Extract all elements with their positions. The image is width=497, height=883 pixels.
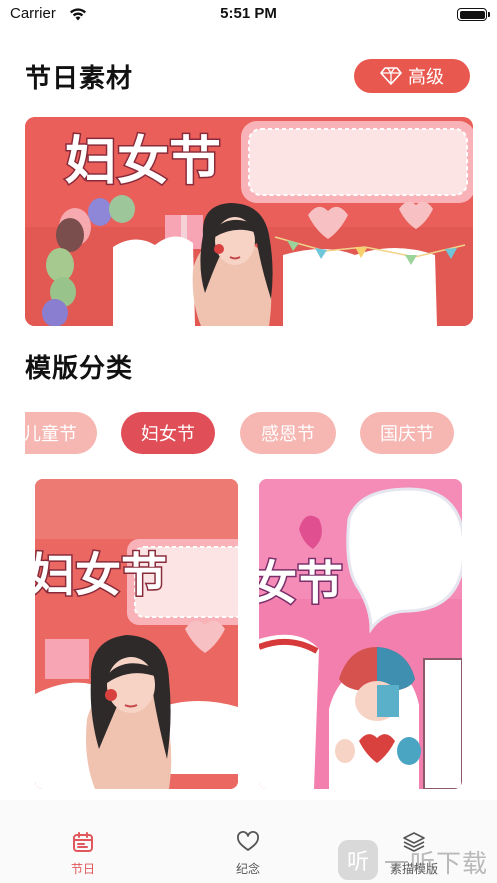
chip-label: 感恩节: [261, 424, 315, 445]
banner-illustration: 妇女节: [25, 117, 473, 326]
category-chip-thanksgiving[interactable]: 感恩节: [240, 412, 336, 454]
category-chip-list: 儿童节 妇女节 感恩节 国庆节: [25, 412, 497, 456]
tab-label: 纪念: [235, 862, 260, 876]
template-card[interactable]: 妇女节: [35, 479, 238, 789]
card-headline: 女节: [259, 556, 343, 610]
tab-sketch-templates[interactable]: 素描模版: [374, 830, 454, 877]
category-chip-national-day[interactable]: 国庆节: [360, 412, 454, 454]
battery-icon: [457, 8, 490, 21]
tab-label: 节日: [70, 862, 95, 876]
categories-title: 模版分类: [25, 354, 134, 384]
tab-festival[interactable]: 节日: [43, 830, 123, 877]
chip-label: 妇女节: [141, 424, 195, 445]
template-card[interactable]: 女节: [259, 479, 462, 789]
premium-label: 高级: [408, 67, 444, 88]
featured-banner[interactable]: 妇女节: [25, 117, 473, 326]
template-thumbnail: 女节: [259, 479, 462, 789]
tab-bar: 节日 纪念 素描模版: [0, 800, 497, 883]
card-headline: 妇女节: [35, 548, 167, 602]
heart-icon: [237, 831, 259, 851]
clock: 5:51 PM: [220, 5, 277, 22]
premium-button[interactable]: 高级: [354, 59, 470, 93]
template-thumbnail: 妇女节: [35, 479, 238, 789]
banner-headline: 妇女节: [65, 132, 221, 192]
status-bar: Carrier 5:51 PM: [0, 0, 497, 30]
chip-label: 儿童节: [25, 424, 77, 445]
chip-label: 国庆节: [380, 424, 434, 445]
tab-label: 素描模版: [389, 862, 438, 876]
page-title: 节日素材: [25, 64, 134, 94]
category-chip-womens-day[interactable]: 妇女节: [121, 412, 215, 454]
tab-memorial[interactable]: 纪念: [208, 830, 288, 877]
layers-icon: [403, 832, 425, 852]
category-chip-childrens-day[interactable]: 儿童节: [25, 412, 97, 454]
calendar-icon: [73, 832, 93, 852]
diamond-icon: [380, 67, 402, 85]
